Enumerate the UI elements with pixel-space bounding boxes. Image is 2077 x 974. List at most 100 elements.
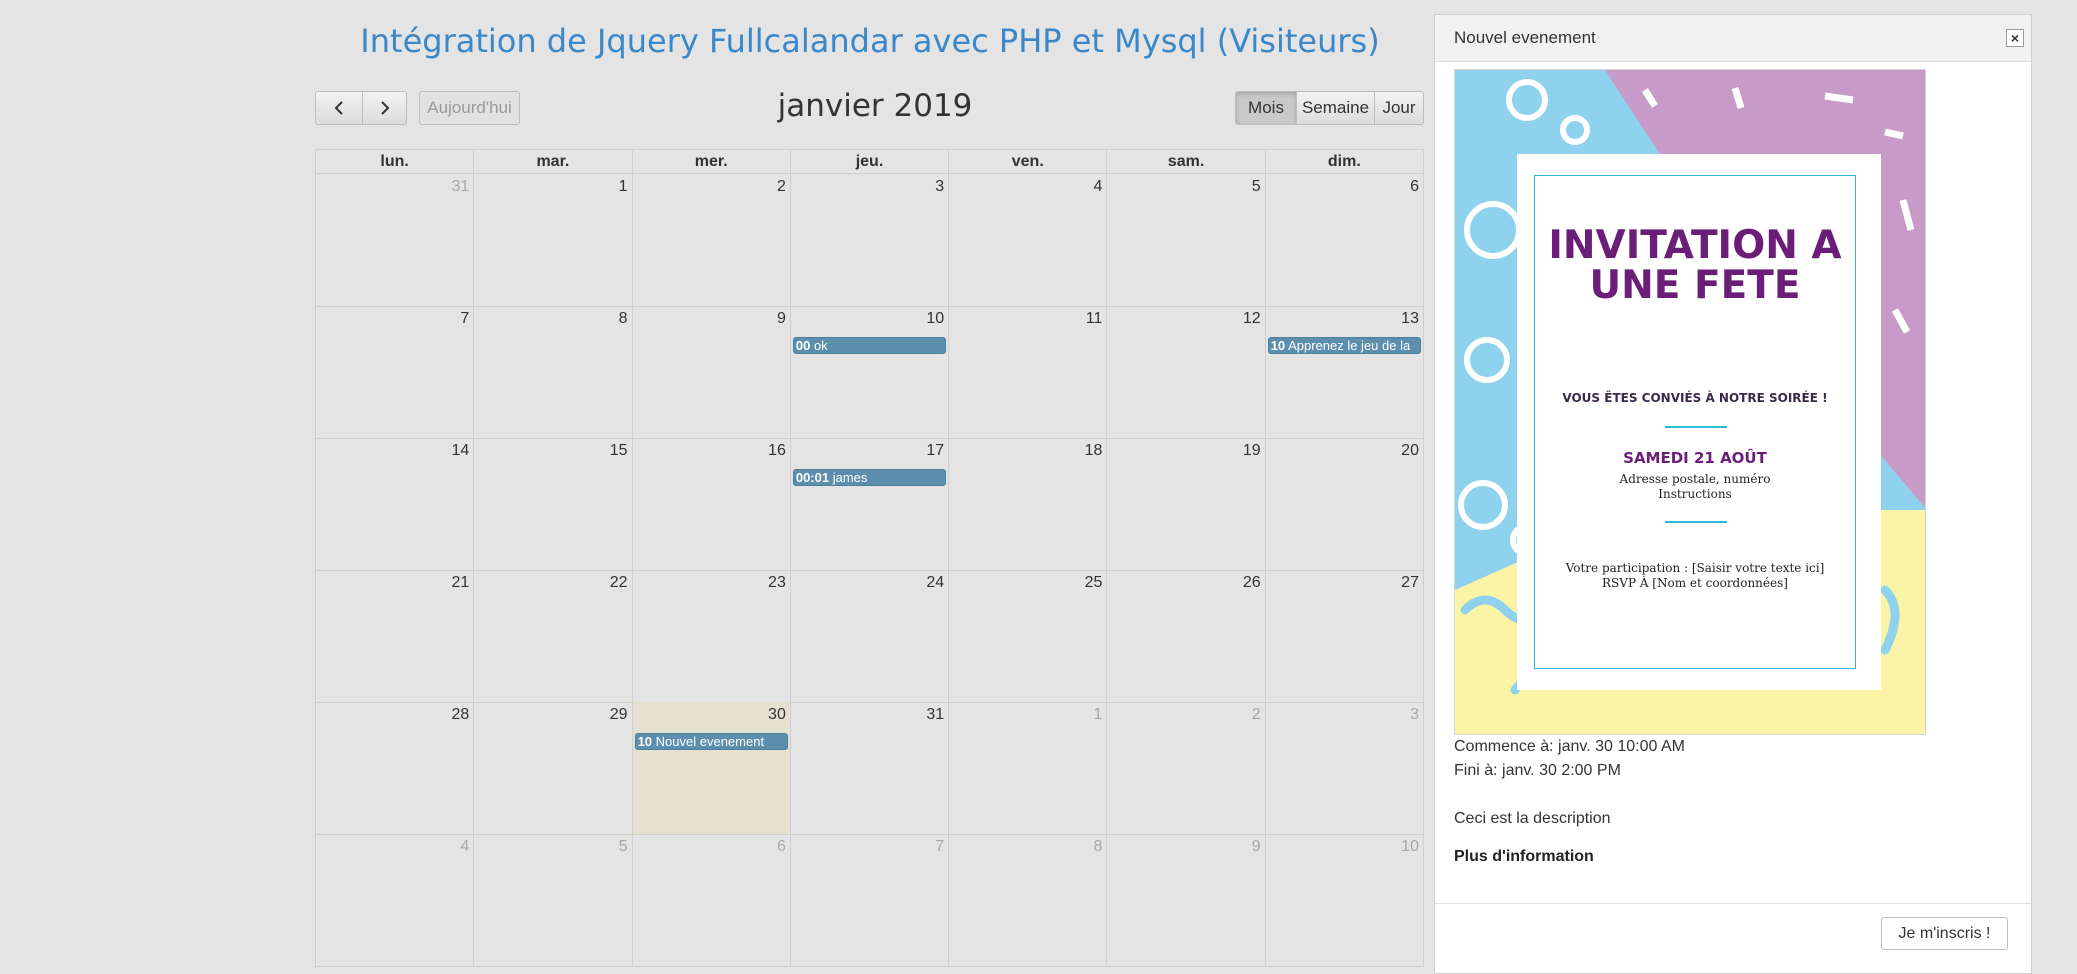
calendar-day-cell[interactable]: 25 [949,570,1108,702]
calendar-day-cell[interactable]: 2 [633,174,791,306]
calendar-day-cell[interactable]: 9 [1107,834,1266,966]
prev-button[interactable] [315,91,363,125]
day-number: 14 [451,442,470,459]
event-title: james [832,470,868,485]
day-number: 20 [1401,442,1419,459]
day-number: 26 [1242,574,1261,591]
calendar-day-cell[interactable]: 21 [316,570,475,702]
calendar-day-cell[interactable]: 15 [474,438,633,570]
chevron-right-icon [380,101,389,115]
day-number: 8 [1093,838,1103,855]
subscribe-button[interactable]: Je m'inscris ! [1881,917,2008,950]
calendar-day-cell[interactable]: 31 [316,174,475,306]
view-month-button[interactable]: Mois [1235,91,1297,125]
today-button[interactable]: Aujourd'hui [419,91,520,125]
calendar-day-cell[interactable]: 1 [474,174,633,306]
event-time: 10 [1270,338,1286,353]
calendar-day-cell[interactable]: 16 [633,438,791,570]
calendar-day-cell[interactable]: 22 [474,570,633,702]
day-number: 4 [460,838,470,855]
day-number: 1 [618,178,628,195]
calendar-day-cell[interactable]: 12 [1107,306,1266,438]
day-number: 9 [776,310,786,327]
day-number: 5 [1251,178,1261,195]
event-modal: Nouvel evenement × INVITATION A UNE FETE… [1434,14,2032,974]
event-start-time: Commence à: janv. 30 10:00 AM [1454,738,1685,755]
calendar-day-cell[interactable]: 4 [949,174,1108,306]
calendar-day-cell[interactable]: 30 10 Nouvel evenement [632,702,791,834]
calendar-day-cell[interactable]: 5 [1107,174,1266,306]
day-number: 13 [1401,310,1419,327]
calendar-day-cell[interactable]: 13 10 Apprenez le jeu de la [1266,306,1424,438]
calendar-day-cell[interactable]: 3 [1266,702,1424,834]
calendar-day-cell[interactable]: 2 [1107,702,1266,834]
modal-footer-divider [1435,903,2031,904]
day-number: 24 [926,574,945,591]
dow-label: mer. [633,150,791,173]
day-number: 10 [1401,838,1419,855]
invitation-address: Adresse postale, numéro Instructions [1535,472,1855,502]
calendar-week-row: 14 15 16 17 00:01 james 18 19 20 [316,438,1424,571]
event-title: ok [813,338,828,353]
calendar-day-cell[interactable]: 20 [1266,438,1424,570]
invitation-title: INVITATION A UNE FETE [1548,223,1842,308]
day-number: 2 [1251,706,1261,723]
calendar-day-cell[interactable]: 9 [633,306,791,438]
calendar-day-cell[interactable]: 26 [1107,570,1266,702]
calendar-day-cell[interactable]: 6 [1266,174,1424,306]
calendar-day-cell[interactable]: 7 [791,834,950,966]
next-button[interactable] [362,91,407,125]
calendar-day-cell[interactable]: 10 [1266,834,1424,966]
day-number: 25 [1084,574,1103,591]
calendar-day-cell[interactable]: 14 [316,438,475,570]
more-info-heading: Plus d'information [1454,848,1594,865]
calendar-day-cell[interactable]: 19 [1107,438,1266,570]
calendar-event[interactable]: 00 ok [792,337,947,354]
event-time: 00 [795,338,811,353]
calendar-day-cell[interactable]: 6 [633,834,791,966]
calendar-day-cell[interactable]: 29 [474,702,633,834]
event-time: 00:01 [795,470,830,485]
calendar-day-cell[interactable]: 4 [316,834,475,966]
day-number: 11 [1085,310,1103,327]
calendar-day-cell[interactable]: 7 [316,306,475,438]
calendar-day-cell[interactable]: 17 00:01 james [791,438,950,570]
invitation-rsvp-block: Votre participation : [Saisir votre text… [1535,561,1855,591]
event-time: 10 [637,734,653,749]
view-week-button[interactable]: Semaine [1296,91,1375,125]
calendar-week-row: 21 22 23 24 25 26 27 [316,570,1424,703]
dow-label: mar. [474,150,633,173]
day-number: 9 [1251,838,1261,855]
invitation-rsvp: RSVP À [Nom et coordonnées] [1602,576,1788,590]
dow-label: sam. [1107,150,1266,173]
calendar-day-cell[interactable]: 18 [949,438,1108,570]
calendar-day-cell[interactable]: 10 00 ok [791,306,950,438]
calendar-event[interactable]: 00:01 james [792,469,947,486]
calendar-day-cell[interactable]: 31 [791,702,950,834]
calendar-day-cell[interactable]: 8 [949,834,1108,966]
day-number: 22 [609,574,628,591]
day-number: 31 [926,706,945,723]
calendar-day-cell[interactable]: 27 [1266,570,1424,702]
calendar-day-cell[interactable]: 5 [474,834,633,966]
calendar-day-cell[interactable]: 24 [791,570,950,702]
calendar-event[interactable]: 10 Nouvel evenement [634,733,788,750]
day-number: 18 [1084,442,1103,459]
dow-label: dim. [1266,150,1424,173]
day-number: 28 [451,706,470,723]
close-icon[interactable]: × [2006,29,2024,47]
calendar-grid: lun. mar. mer. jeu. ven. sam. dim. 31 1 2 3… [315,149,1424,968]
calendar-event[interactable]: 10 Apprenez le jeu de la [1267,337,1421,354]
view-day-button[interactable]: Jour [1374,91,1424,125]
dow-label: jeu. [791,150,950,173]
event-title: Nouvel evenement [655,734,765,749]
calendar-day-cell[interactable]: 3 [791,174,950,306]
event-title: Apprenez le jeu de la [1288,338,1411,353]
calendar-day-cell[interactable]: 1 [949,702,1108,834]
calendar-day-cell[interactable]: 11 [949,306,1108,438]
calendar-day-cell[interactable]: 28 [316,702,475,834]
day-number: 31 [451,178,470,195]
calendar-day-cell[interactable]: 8 [474,306,633,438]
day-number: 6 [1410,178,1419,195]
calendar-day-cell[interactable]: 23 [633,570,791,702]
